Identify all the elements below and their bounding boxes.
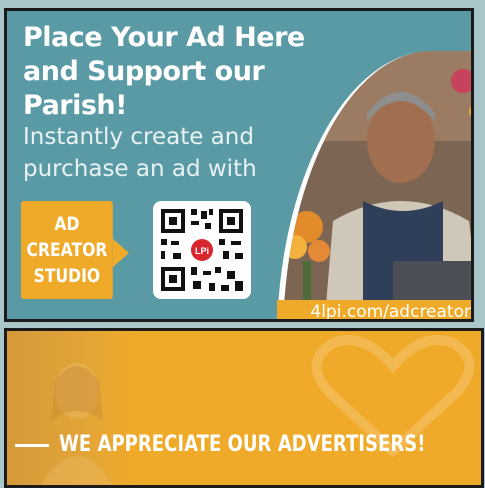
studio-line-2: CREATOR	[26, 239, 108, 261]
subheadline: Instantly create and purchase an ad with	[23, 124, 257, 182]
ad-creator-banner[interactable]: Place Your Ad Here and Support our Paris…	[4, 8, 474, 322]
qr-code[interactable]: LPi	[153, 201, 251, 299]
qr-center-label: LPi	[195, 246, 209, 256]
studio-line-3: STUDIO	[33, 265, 101, 287]
faded-person-image	[7, 331, 137, 485]
ad-creator-url-link[interactable]: 4lpi.com/adcreator	[277, 300, 471, 319]
headline: Place Your Ad Here and Support our Paris…	[23, 22, 305, 121]
accent-line	[15, 444, 49, 447]
faded-person-icon	[40, 363, 114, 485]
studio-line-1: AD	[54, 213, 80, 235]
qr-code-icon: LPi	[161, 209, 243, 291]
ad-creator-studio-badge[interactable]: AD CREATOR STUDIO	[21, 201, 113, 299]
appreciate-advertisers-banner: WE APPRECIATE OUR ADVERTISERS!	[4, 328, 484, 488]
appreciate-text: WE APPRECIATE OUR ADVERTISERS!	[59, 432, 426, 457]
badge-arrow-icon	[113, 239, 129, 267]
